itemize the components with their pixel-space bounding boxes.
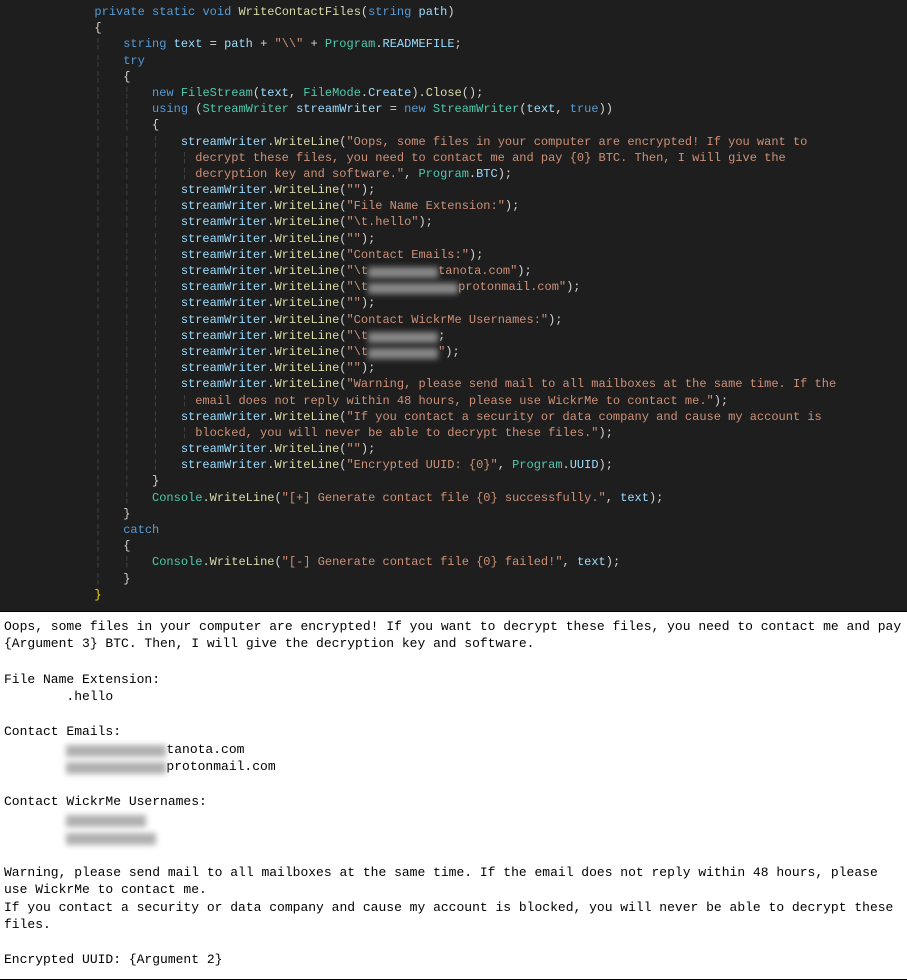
code-line: ¦ { xyxy=(0,538,907,554)
code-line: ¦ ¦ ¦ ¦ email does not reply within 48 h… xyxy=(0,393,907,409)
redacted-text: xxxxxxxxx xyxy=(66,745,166,757)
code-line: ¦ ¦ ¦ streamWriter.WriteLine("Warning, p… xyxy=(0,376,907,392)
code-line: ¦ ¦ Console.WriteLine("[+] Generate cont… xyxy=(0,490,907,506)
code-line: ¦ ¦ using (StreamWriter streamWriter = n… xyxy=(0,101,907,117)
method-name: WriteContactFiles xyxy=(238,5,360,19)
code-line: ¦ ¦ ¦ streamWriter.WriteLine("Oops, some… xyxy=(0,134,907,150)
code-line: ¦ ¦ ¦ streamWriter.WriteLine("If you con… xyxy=(0,409,907,425)
redacted-text: xxxxxxxx xyxy=(368,332,438,343)
redacted-text: xxxxxxxxx xyxy=(66,762,166,774)
code-line: ¦ ¦ ¦ streamWriter.WriteLine("\txxxxxxxx… xyxy=(0,279,907,295)
code-line: ¦ ¦ new FileStream(text, FileMode.Create… xyxy=(0,85,907,101)
code-line: ¦ ¦ ¦ streamWriter.WriteLine("Contact Wi… xyxy=(0,312,907,328)
code-line: ¦ ¦ ¦ streamWriter.WriteLine(""); xyxy=(0,182,907,198)
code-line: ¦ string text = path + "\\" + Program.RE… xyxy=(0,36,907,52)
output-text: xxxxxxxxxprotonmail.com xyxy=(4,759,276,774)
output-text: Contact WickrMe Usernames: xyxy=(4,794,207,809)
code-line: ¦ ¦ ¦ ¦ decryption key and software.", P… xyxy=(0,166,907,182)
code-line: ¦ ¦ ¦ streamWriter.WriteLine("Contact Em… xyxy=(0,247,907,263)
code-line: ¦ catch xyxy=(0,522,907,538)
code-line: ¦ try xyxy=(0,53,907,69)
redacted-text: xxxxxxxx xyxy=(368,348,438,359)
output-text: xxxxxxxxxtanota.com xyxy=(4,742,244,757)
code-line: } xyxy=(0,587,907,603)
output-text: .hello xyxy=(4,689,113,704)
code-line: ¦ ¦ ¦ streamWriter.WriteLine("\txxxxxxxx… xyxy=(0,263,907,279)
code-line: ¦ ¦ { xyxy=(0,117,907,133)
code-line: ¦ } xyxy=(0,571,907,587)
code-line: ¦ ¦ ¦ streamWriter.WriteLine("\txxxxxxxx… xyxy=(0,344,907,360)
code-line: ¦ { xyxy=(0,69,907,85)
code-line: { xyxy=(0,20,907,36)
code-line: private static void WriteContactFiles(st… xyxy=(0,4,907,20)
output-text: Contact Emails: xyxy=(4,724,121,739)
code-line: ¦ ¦ ¦ streamWriter.WriteLine("\txxxxxxxx… xyxy=(0,328,907,344)
output-text: Oops, some files in your computer are en… xyxy=(4,619,907,652)
code-line: ¦ } xyxy=(0,506,907,522)
code-line: ¦ ¦ ¦ ¦ decrypt these files, you need to… xyxy=(0,150,907,166)
output-text: xxxxxxxxx xyxy=(4,830,156,845)
redacted-text: xxxxxxxxxx xyxy=(368,283,458,294)
output-panel: Oops, some files in your computer are en… xyxy=(0,611,907,980)
code-line: ¦ ¦ ¦ streamWriter.WriteLine(""); xyxy=(0,360,907,376)
code-editor-panel: private static void WriteContactFiles(st… xyxy=(0,0,907,611)
redacted-text: xxxxxxxx xyxy=(368,267,438,278)
output-text: File Name Extension: xyxy=(4,672,160,687)
output-text: Encrypted UUID: {Argument 2} xyxy=(4,952,222,967)
redacted-text: xxxxxxxx xyxy=(66,815,146,827)
code-line: ¦ ¦ ¦ ¦ blocked, you will never be able … xyxy=(0,425,907,441)
code-line: ¦ ¦ ¦ streamWriter.WriteLine(""); xyxy=(0,295,907,311)
code-line: ¦ ¦ ¦ streamWriter.WriteLine("Encrypted … xyxy=(0,457,907,473)
code-line: ¦ ¦ Console.WriteLine("[-] Generate cont… xyxy=(0,554,907,570)
code-line: ¦ ¦ ¦ streamWriter.WriteLine(""); xyxy=(0,231,907,247)
code-line: ¦ ¦ } xyxy=(0,473,907,489)
output-text: xxxxxxxx xyxy=(4,812,146,827)
code-line: ¦ ¦ ¦ streamWriter.WriteLine("File Name … xyxy=(0,198,907,214)
code-line: ¦ ¦ ¦ streamWriter.WriteLine("\t.hello")… xyxy=(0,214,907,230)
redacted-text: xxxxxxxxx xyxy=(66,833,156,845)
code-line: ¦ ¦ ¦ streamWriter.WriteLine(""); xyxy=(0,441,907,457)
output-text: Warning, please send mail to all mailbox… xyxy=(4,865,886,898)
output-text: If you contact a security or data compan… xyxy=(4,900,901,933)
